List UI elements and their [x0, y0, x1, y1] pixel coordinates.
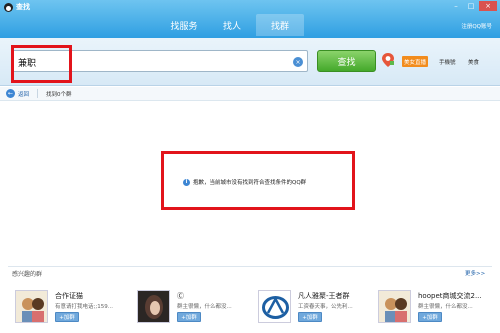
join-group-button[interactable]: +加群 [55, 312, 79, 322]
app-title: 查找 [4, 2, 30, 12]
group-desc: 群主很懒，什么都没... [418, 304, 473, 310]
nav-bar: ← 返回 找到0个群 [0, 87, 500, 101]
tab-bar: 找服务 找人 找群 [160, 14, 304, 36]
window-controls: – □ × [449, 1, 497, 11]
highlight-box-search [11, 45, 72, 83]
find-button[interactable]: 查找 [317, 50, 376, 72]
clear-icon[interactable]: × [293, 57, 303, 67]
group-name[interactable]: 合作证猫 [55, 291, 83, 301]
tab-find-group[interactable]: 找群 [256, 14, 304, 36]
nav-divider [37, 89, 39, 98]
group-name[interactable]: hoopet商城交流2... [418, 291, 482, 301]
back-label[interactable]: 返回 [18, 90, 29, 98]
minimize-icon[interactable]: – [449, 1, 463, 11]
interest-section-title: 感兴趣的群 [12, 271, 43, 278]
group-name[interactable]: Ⓒ [177, 291, 184, 301]
group-desc: 工资春天事，公先利... [298, 304, 353, 310]
join-group-button[interactable]: +加群 [177, 312, 201, 322]
group-avatar[interactable] [258, 290, 291, 323]
logo-avatar-icon [259, 291, 290, 322]
group-avatar[interactable] [137, 290, 170, 323]
group-name[interactable]: 凡人雅聚-王者群 [298, 291, 350, 301]
back-arrow-icon[interactable]: ← [6, 89, 15, 98]
app-title-text: 查找 [16, 3, 30, 11]
tab-find-service[interactable]: 找服务 [160, 14, 208, 36]
section-divider [8, 266, 492, 267]
map-pin-icon[interactable] [381, 52, 395, 68]
close-icon[interactable]: × [479, 1, 497, 11]
no-result-text: 抱歉，当前城市没有找到符合查找条件的QQ群 [193, 180, 307, 186]
ad-link-1[interactable]: 手機號 [439, 58, 456, 66]
back-button[interactable]: ← 返回 [6, 89, 29, 98]
qq-penguin-icon [4, 2, 13, 12]
info-icon: i [183, 178, 190, 186]
register-link[interactable]: 注册QQ账号 [461, 22, 492, 30]
ad-link-2[interactable]: 美食 [468, 58, 479, 66]
group-avatar[interactable] [378, 290, 411, 323]
title-bar: 查找 – □ × 找服务 找人 找群 注册QQ账号 [0, 0, 500, 38]
breadcrumb: 找到0个群 [46, 91, 72, 98]
group-desc: 有意请打我电话;;159... [55, 304, 113, 310]
maximize-icon[interactable]: □ [464, 1, 478, 11]
ad-badge[interactable]: 美女直播 [402, 56, 429, 67]
couple-avatar-icon [16, 291, 47, 322]
join-group-button[interactable]: +加群 [298, 312, 322, 322]
portrait-avatar-icon [138, 291, 169, 322]
join-group-button[interactable]: +加群 [418, 312, 442, 322]
more-link[interactable]: 更多>> [465, 269, 485, 277]
group-desc: 群主很懒，什么都没... [177, 304, 232, 310]
no-result-message: i 抱歉，当前城市没有找到符合查找条件的QQ群 [183, 178, 306, 186]
tab-find-people[interactable]: 找人 [208, 14, 256, 36]
group-avatar[interactable] [15, 290, 48, 323]
couple-avatar-icon [379, 291, 410, 322]
